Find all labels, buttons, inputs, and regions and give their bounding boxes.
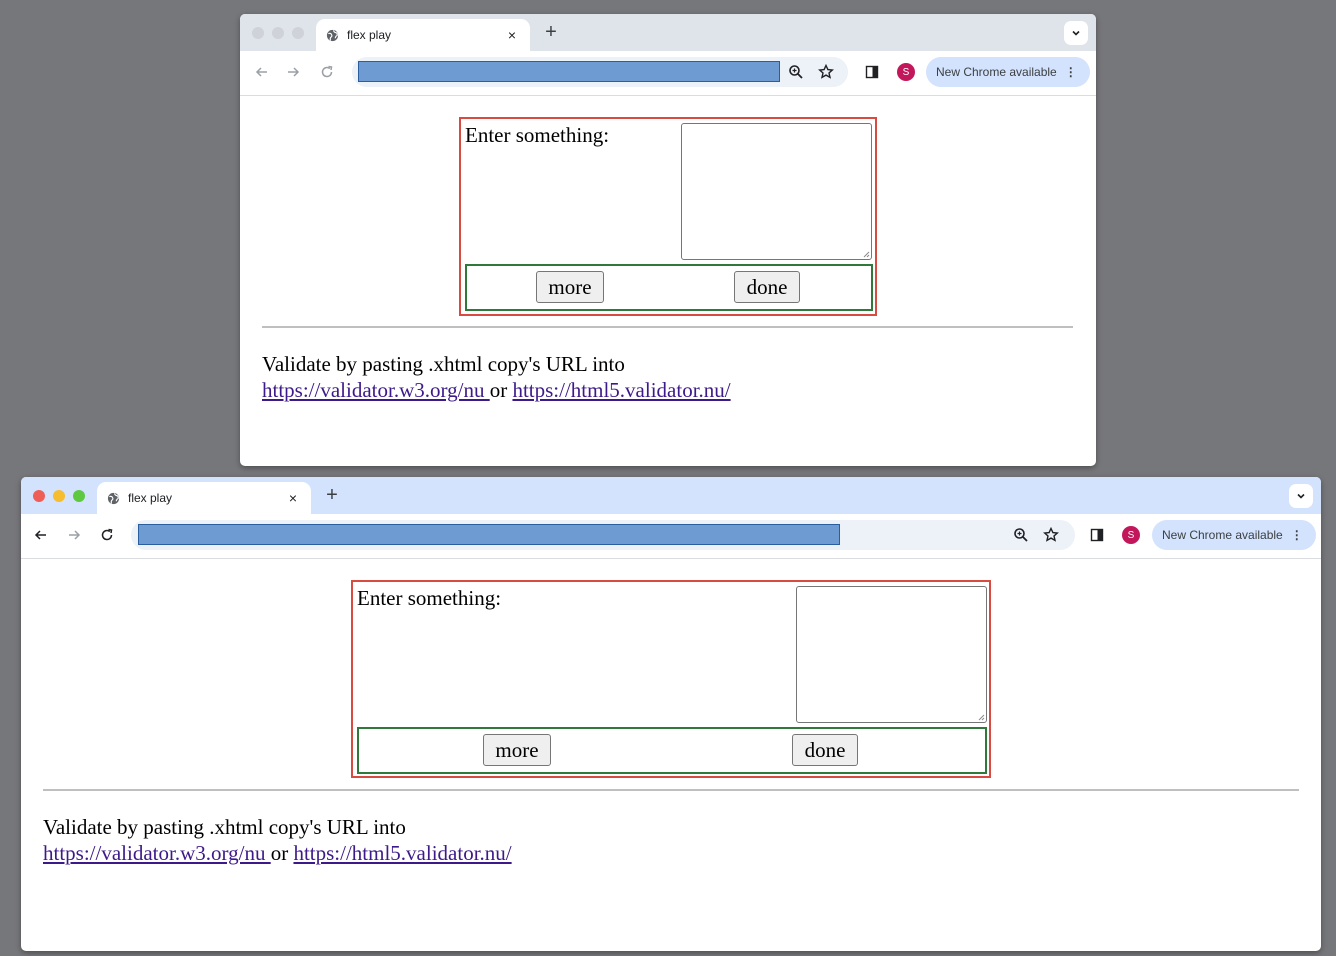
browser-window-active: flex play × + S New Chrome available ⋮ E… (21, 477, 1321, 951)
profile-avatar[interactable]: S (1122, 526, 1140, 544)
chevron-down-icon (1297, 493, 1305, 499)
toolbar: S New Chrome available ⋮ (240, 51, 1096, 96)
reload-button[interactable] (317, 62, 337, 82)
side-panel-button[interactable] (1087, 525, 1107, 545)
maximize-window-button[interactable] (292, 27, 304, 39)
validate-text: Validate by pasting .xhtml copy's URL in… (43, 815, 406, 839)
zoom-button[interactable] (786, 62, 806, 82)
reload-button[interactable] (97, 525, 117, 545)
more-button[interactable]: more (536, 271, 604, 303)
back-button[interactable] (252, 62, 272, 82)
or-text: or (489, 378, 513, 402)
arrow-right-icon (288, 67, 300, 77)
new-tab-button[interactable]: + (542, 22, 560, 42)
new-chrome-label: New Chrome available (1162, 528, 1283, 542)
side-panel-icon (865, 65, 879, 79)
minimize-window-button[interactable] (53, 490, 65, 502)
tab-close-icon[interactable]: × (504, 27, 520, 43)
forward-button[interactable] (64, 525, 84, 545)
bookmark-button[interactable] (1041, 525, 1061, 545)
horizontal-rule (262, 326, 1073, 328)
arrow-right-icon (69, 530, 81, 540)
window-controls (252, 27, 304, 39)
star-icon (1043, 527, 1059, 542)
toolbar: S New Chrome available ⋮ (21, 514, 1321, 559)
globe-icon (326, 29, 339, 41)
zoom-button[interactable] (1011, 525, 1031, 545)
globe-icon (107, 492, 120, 504)
page-content: Enter something: more done Validate by p… (240, 96, 1096, 466)
new-tab-button[interactable]: + (323, 485, 341, 505)
arrow-left-icon (255, 67, 267, 77)
forward-button[interactable] (283, 62, 303, 82)
validate-paragraph: Validate by pasting .xhtml copy's URL in… (43, 814, 1243, 866)
tab-close-icon[interactable]: × (285, 490, 301, 506)
maximize-window-button[interactable] (73, 490, 85, 502)
kebab-icon: ⋮ (1064, 65, 1077, 79)
back-button[interactable] (31, 525, 51, 545)
w3-validator-link[interactable]: https://validator.w3.org/nu (43, 841, 271, 865)
minimize-window-button[interactable] (272, 27, 284, 39)
or-text: or (270, 841, 294, 865)
validate-paragraph: Validate by pasting .xhtml copy's URL in… (262, 351, 1062, 403)
html5-validator-link[interactable]: https://html5.validator.nu/ (293, 841, 511, 865)
something-textarea[interactable] (681, 123, 872, 260)
tab-strip: flex play × + (21, 477, 1321, 514)
more-button[interactable]: more (483, 734, 551, 766)
tab-flex-play[interactable]: flex play × (316, 19, 530, 51)
page-content: Enter something: more done Validate by p… (21, 559, 1321, 951)
flex-form: Enter something: more done (351, 580, 991, 778)
reload-icon (321, 65, 333, 78)
window-controls (33, 490, 85, 502)
arrow-left-icon (34, 530, 46, 540)
tab-strip: flex play × + (240, 14, 1096, 51)
tab-search-button[interactable] (1289, 484, 1313, 508)
new-chrome-available-button[interactable]: New Chrome available ⋮ (1152, 520, 1316, 550)
browser-window-inactive: flex play × + S New Chrome available ⋮ E… (240, 14, 1096, 466)
something-textarea[interactable] (796, 586, 987, 723)
url-text-redacted[interactable] (138, 524, 840, 545)
close-window-button[interactable] (252, 27, 264, 39)
form-label: Enter something: (465, 123, 610, 147)
desktop: flex play × + S New Chrome available ⋮ E… (0, 0, 1336, 956)
new-chrome-available-button[interactable]: New Chrome available ⋮ (926, 57, 1090, 87)
resize-grip-icon (863, 251, 870, 258)
chevron-down-icon (1072, 30, 1080, 36)
star-icon (818, 64, 834, 79)
done-button[interactable]: done (734, 271, 800, 303)
w3-validator-link[interactable]: https://validator.w3.org/nu (262, 378, 490, 402)
profile-avatar[interactable]: S (897, 63, 915, 81)
side-panel-icon (1090, 528, 1104, 542)
close-window-button[interactable] (33, 490, 45, 502)
side-panel-button[interactable] (862, 62, 882, 82)
button-row: more done (465, 264, 873, 311)
button-row: more done (357, 727, 987, 774)
html5-validator-link[interactable]: https://html5.validator.nu/ (512, 378, 730, 402)
tab-title: flex play (347, 28, 392, 42)
tab-search-button[interactable] (1064, 21, 1088, 45)
reload-icon (101, 528, 113, 541)
done-button[interactable]: done (792, 734, 858, 766)
url-text-redacted[interactable] (358, 61, 780, 82)
tab-flex-play[interactable]: flex play × (97, 482, 311, 514)
horizontal-rule (43, 789, 1299, 791)
new-chrome-label: New Chrome available (936, 65, 1057, 79)
form-label: Enter something: (357, 586, 502, 610)
zoom-icon (1014, 528, 1028, 542)
flex-form: Enter something: more done (459, 117, 877, 316)
resize-grip-icon (978, 714, 985, 721)
kebab-icon: ⋮ (1290, 528, 1303, 542)
bookmark-button[interactable] (816, 62, 836, 82)
zoom-icon (789, 65, 803, 79)
validate-text: Validate by pasting .xhtml copy's URL in… (262, 352, 625, 376)
tab-title: flex play (128, 491, 173, 505)
